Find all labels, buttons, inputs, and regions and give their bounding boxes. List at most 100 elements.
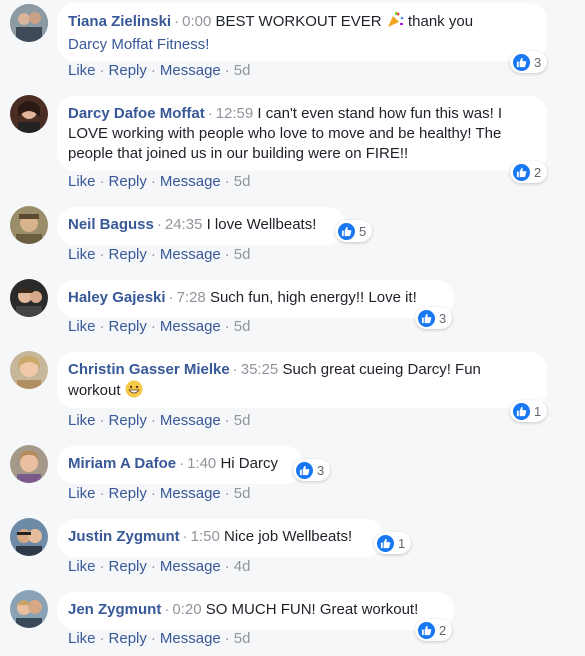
comment-actions: Like · Reply · Message · 5d — [68, 318, 251, 335]
comment-actions: Like · Reply · Message · 5d — [68, 630, 251, 647]
like-link[interactable]: Like — [68, 485, 96, 502]
comment-author[interactable]: Darcy Dafoe Moffat — [68, 105, 205, 122]
thumbs-up-icon — [513, 402, 530, 420]
comment-bubble: Haley Gajeski · 7:28 Such fun, high energy… — [57, 280, 454, 318]
like-link[interactable]: Like — [68, 558, 96, 575]
timestamp-link[interactable]: 7:28 — [177, 289, 206, 306]
thumbs-up-icon — [418, 309, 435, 327]
comment-author[interactable]: Jen Zygmunt — [68, 601, 161, 618]
comment-bubble: Jen Zygmunt · 0:20 SO MUCH FUN! Great work… — [57, 592, 454, 630]
timestamp-link[interactable]: 1:40 — [187, 455, 216, 472]
timestamp-link[interactable]: 12:59 — [216, 105, 254, 122]
comment-age[interactable]: 5d — [234, 485, 251, 502]
reaction-number: 3 — [317, 462, 325, 478]
thumbs-up-icon — [513, 163, 530, 181]
message-link[interactable]: Message — [160, 246, 221, 263]
like-link[interactable]: Like — [68, 630, 96, 647]
timestamp-link[interactable]: 35:25 — [241, 361, 279, 378]
timestamp-link[interactable]: 0:00 — [182, 13, 211, 30]
reply-link[interactable]: Reply — [109, 485, 147, 502]
avatar[interactable] — [10, 590, 48, 628]
timestamp-link[interactable]: 1:50 — [191, 528, 220, 545]
avatar[interactable] — [10, 518, 48, 556]
comment-author[interactable]: Tiana Zielinski — [68, 13, 171, 30]
comment-author[interactable]: Christin Gasser Mielke — [68, 361, 230, 378]
comment-actions: Like · Reply · Message · 5d — [68, 62, 251, 79]
reaction-number: 3 — [534, 54, 542, 70]
like-link[interactable]: Like — [68, 62, 96, 79]
party-popper-icon — [386, 11, 404, 35]
comment-age[interactable]: 5d — [234, 318, 251, 335]
comment-text: Nice job Wellbeats! — [224, 528, 353, 545]
comment-text: Hi Darcy — [220, 455, 278, 472]
reaction-count[interactable]: 3 — [510, 51, 548, 73]
comment-text-line: workout — [68, 382, 121, 399]
grinning-face-icon — [125, 380, 143, 404]
reply-link[interactable]: Reply — [109, 62, 147, 79]
reaction-count[interactable]: 3 — [293, 459, 331, 481]
reaction-number: 3 — [439, 310, 447, 326]
reply-link[interactable]: Reply — [109, 630, 147, 647]
comment-author[interactable]: Haley Gajeski — [68, 289, 166, 306]
comment-bubble: Christin Gasser Mielke · 35:25 Such great … — [57, 352, 547, 408]
comment-age[interactable]: 5d — [234, 630, 251, 647]
reply-link[interactable]: Reply — [109, 246, 147, 263]
message-link[interactable]: Message — [160, 173, 221, 190]
avatar[interactable] — [10, 279, 48, 317]
like-link[interactable]: Like — [68, 412, 96, 429]
reaction-count[interactable]: 2 — [415, 619, 453, 641]
mention-link[interactable]: Darcy Moffat Fitness! — [68, 36, 209, 53]
timestamp-link[interactable]: 0:20 — [172, 601, 201, 618]
like-link[interactable]: Like — [68, 173, 96, 190]
comment-actions: Like · Reply · Message · 5d — [68, 173, 251, 190]
reaction-number: 5 — [359, 223, 367, 239]
reply-link[interactable]: Reply — [109, 558, 147, 575]
comment-bubble: Tiana Zielinski · 0:00 BEST WORKOUT EVER t… — [57, 3, 547, 61]
comment-bubble: Darcy Dafoe Moffat · 12:59 I can't even st… — [57, 96, 547, 171]
reply-link[interactable]: Reply — [109, 412, 147, 429]
avatar[interactable] — [10, 351, 48, 389]
comment-actions: Like · Reply · Message · 4d — [68, 558, 251, 575]
reaction-count[interactable]: 1 — [510, 400, 548, 422]
reaction-number: 1 — [398, 535, 406, 551]
thumbs-up-icon — [377, 534, 394, 552]
reaction-number: 1 — [534, 403, 542, 419]
reaction-count[interactable]: 1 — [374, 532, 412, 554]
comment-age[interactable]: 5d — [234, 173, 251, 190]
avatar[interactable] — [10, 445, 48, 483]
comment-author[interactable]: Miriam A Dafoe — [68, 455, 176, 472]
comment-age[interactable]: 4d — [234, 558, 251, 575]
like-link[interactable]: Like — [68, 318, 96, 335]
comment-text-line: I can't even stand how fun this was! I — [257, 105, 503, 122]
avatar[interactable] — [10, 95, 48, 133]
message-link[interactable]: Message — [160, 412, 221, 429]
message-link[interactable]: Message — [160, 558, 221, 575]
like-link[interactable]: Like — [68, 246, 96, 263]
comment-age[interactable]: 5d — [234, 62, 251, 79]
comment-bubble: Miriam A Dafoe · 1:40 Hi Darcy — [57, 446, 303, 484]
reply-link[interactable]: Reply — [109, 173, 147, 190]
comment-age[interactable]: 5d — [234, 412, 251, 429]
avatar[interactable] — [10, 4, 48, 42]
reaction-count[interactable]: 3 — [415, 307, 453, 329]
reaction-count[interactable]: 5 — [335, 220, 373, 242]
message-link[interactable]: Message — [160, 62, 221, 79]
message-link[interactable]: Message — [160, 485, 221, 502]
comment-actions: Like · Reply · Message · 5d — [68, 246, 251, 263]
comment-bubble: Neil Baguss · 24:35 I love Wellbeats! — [57, 207, 345, 245]
thumbs-up-icon — [338, 222, 355, 240]
message-link[interactable]: Message — [160, 318, 221, 335]
reaction-count[interactable]: 2 — [510, 161, 548, 183]
comment-text: I love Wellbeats! — [206, 216, 317, 233]
comment-author[interactable]: Justin Zygmunt — [68, 528, 180, 545]
comment-text-line: people that joined us in our building we… — [68, 145, 409, 162]
comment-text-line: LOVE working with people who love to mov… — [68, 125, 502, 142]
message-link[interactable]: Message — [160, 630, 221, 647]
reply-link[interactable]: Reply — [109, 318, 147, 335]
avatar[interactable] — [10, 206, 48, 244]
comment-text: Such fun, high energy!! Love it! — [209, 289, 417, 306]
comment-age[interactable]: 5d — [234, 246, 251, 263]
comment-author[interactable]: Neil Baguss — [68, 216, 154, 233]
timestamp-link[interactable]: 24:35 — [165, 216, 203, 233]
comment-bubble: Justin Zygmunt · 1:50 Nice job Wellbeats! — [57, 519, 384, 557]
